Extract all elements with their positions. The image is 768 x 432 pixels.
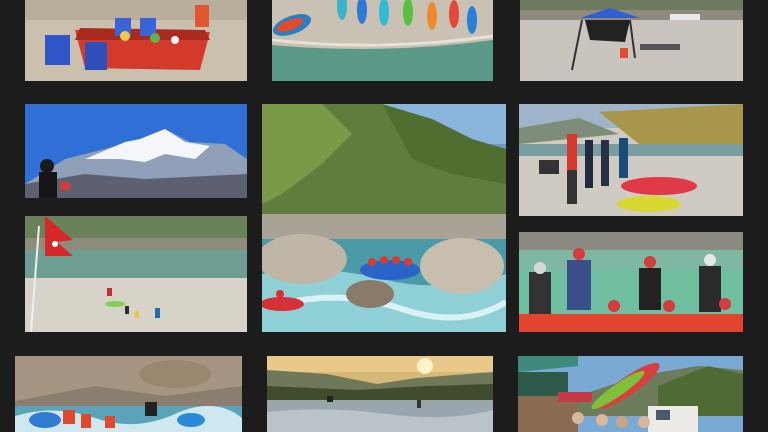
photo-river-beach-flag[interactable] (25, 216, 247, 332)
photo-river-valley-sunset[interactable] (267, 356, 493, 432)
photo-snow-mountain-peak[interactable] (25, 104, 247, 198)
river-valley-sunset-image (267, 356, 493, 432)
kayakers-on-riverbank-image (519, 104, 743, 216)
kayaks-on-beach-aerial-image (272, 0, 493, 81)
river-beach-flag-image (25, 216, 247, 332)
kayakers-whitewater-image (15, 356, 242, 432)
photo-kayakers-whitewater[interactable] (15, 356, 242, 432)
photo-rafting-group-cheering[interactable] (519, 232, 743, 332)
photo-riverside-dining-table[interactable] (25, 0, 247, 81)
photo-kayaks-on-beach-aerial[interactable] (272, 0, 493, 81)
riverside-dining-table-image (25, 0, 247, 81)
photo-gallery-grid (0, 0, 768, 432)
photo-kayak-trailer-van[interactable] (518, 356, 743, 432)
photo-kayakers-on-riverbank[interactable] (519, 104, 743, 216)
snow-mountain-peak-image (25, 104, 247, 198)
beach-camp-canopy-image (520, 0, 743, 81)
kayak-trailer-van-image (518, 356, 743, 432)
rafting-boulder-rapids-image (262, 104, 506, 332)
photo-beach-camp-canopy[interactable] (520, 0, 743, 81)
rafting-group-cheering-image (519, 232, 743, 332)
photo-rafting-boulder-rapids[interactable] (262, 104, 506, 332)
